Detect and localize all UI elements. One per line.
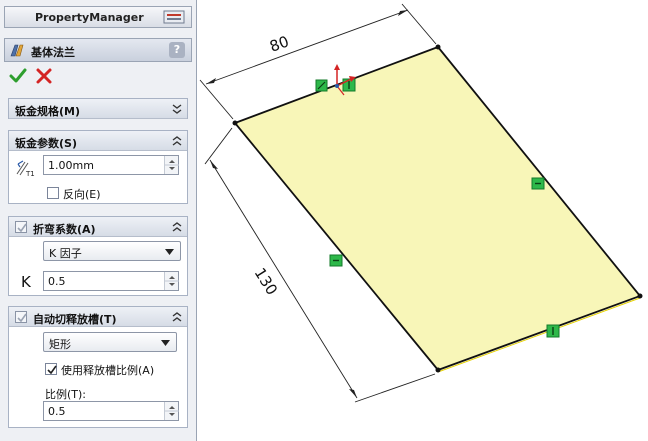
extension-line [199, 79, 234, 120]
feature-title-bar: 基体法兰 ? [4, 38, 192, 62]
k-factor-spinner[interactable] [164, 272, 179, 290]
collapse-chevron-icon[interactable] [172, 135, 182, 147]
sketch-vertex[interactable] [435, 44, 441, 50]
extension-line [354, 373, 436, 403]
vertical-relation-icon[interactable] [546, 324, 560, 338]
feature-name: 基体法兰 [31, 46, 75, 59]
relief-ratio-label: 比例(T): [45, 388, 87, 401]
coincident-relation-icon[interactable] [315, 79, 328, 92]
use-relief-ratio-label: 使用释放槽比例(A) [61, 364, 155, 377]
bend-allowance-header[interactable]: 折弯系数(A) [9, 217, 187, 237]
extension-line [204, 127, 233, 165]
spinner-arrows-icon [165, 406, 179, 416]
help-button[interactable]: ? [169, 42, 185, 58]
relief-type-select[interactable]: 矩形 [43, 332, 177, 352]
thickness-input[interactable]: 1.00mm [43, 155, 179, 175]
horizontal-relation-icon[interactable] [531, 177, 545, 190]
auto-relief-group: 自动切释放槽(T) 矩形 使用释放槽比例(A) 比例(T): 0.5 [8, 306, 188, 428]
relief-type-value: 矩形 [49, 338, 71, 351]
k-factor-label: K [21, 273, 31, 291]
auto-relief-checkbox[interactable] [15, 311, 27, 323]
sheet-params-group: 钣金参数(S) T1 1.00mm 反向(E) [8, 130, 188, 204]
thickness-spinner[interactable] [164, 156, 179, 174]
sketch-vertex[interactable] [435, 367, 441, 373]
reverse-label: 反向(E) [63, 188, 101, 201]
property-manager-header: PropertyManager [4, 6, 192, 28]
bend-allowance-group: 折弯系数(A) K 因子 K 0.5 [8, 216, 188, 296]
collapse-chevron-icon[interactable] [172, 221, 182, 233]
bend-allowance-type-select[interactable]: K 因子 [43, 241, 181, 261]
property-manager-title: PropertyManager [35, 11, 144, 24]
property-manager-panel: PropertyManager 基体法兰 ? 钣金规格(M) 钣金参数(S) T… [0, 0, 197, 441]
spinner-arrows-icon [165, 160, 179, 170]
checkmark-icon [17, 223, 27, 233]
sketch-vertex[interactable] [232, 120, 238, 126]
bend-allowance-checkbox[interactable] [15, 221, 27, 233]
sheet-params-title: 钣金参数(S) [15, 137, 77, 150]
collapse-chevron-icon[interactable] [172, 311, 182, 323]
cancel-close-icon[interactable] [35, 67, 53, 85]
sheet-params-header[interactable]: 钣金参数(S) [9, 131, 187, 151]
thickness-icon: T1 [16, 160, 35, 178]
gauge-table-header[interactable]: 钣金规格(M) [9, 99, 187, 119]
relief-ratio-input[interactable]: 0.5 [43, 401, 179, 421]
relief-ratio-spinner[interactable] [164, 402, 179, 420]
ok-check-icon[interactable] [9, 67, 27, 85]
spinner-arrows-icon [165, 276, 179, 286]
dimension-length-text[interactable]: 130 [251, 265, 281, 299]
gauge-table-title: 钣金规格(M) [15, 105, 81, 118]
expand-chevron-icon[interactable] [172, 103, 182, 115]
dimension-width-text[interactable]: 80 [267, 32, 291, 55]
sketch-vertex[interactable] [637, 293, 643, 299]
reverse-checkbox[interactable] [47, 187, 59, 199]
svg-text:T1: T1 [25, 170, 35, 178]
base-flange-icon [10, 44, 24, 57]
graphics-viewport[interactable]: 80 130 [198, 0, 648, 441]
base-flange-sheet[interactable] [233, 45, 642, 372]
horizontal-relation-icon[interactable] [329, 254, 343, 267]
use-relief-ratio-checkbox[interactable] [45, 363, 57, 375]
auto-relief-header[interactable]: 自动切释放槽(T) [9, 307, 187, 327]
k-factor-value: 0.5 [48, 275, 66, 288]
checkmark-icon [17, 313, 27, 323]
pin-icon[interactable] [163, 10, 185, 24]
k-factor-input[interactable]: 0.5 [43, 271, 179, 291]
bend-allowance-type-value: K 因子 [49, 247, 82, 260]
auto-relief-title: 自动切释放槽(T) [33, 313, 117, 326]
dimension-arrow [398, 10, 408, 16]
dimension-arrow [210, 160, 218, 169]
bend-allowance-title: 折弯系数(A) [33, 223, 96, 236]
chevron-down-icon [165, 249, 174, 255]
relief-ratio-value: 0.5 [48, 405, 66, 418]
gauge-table-group: 钣金规格(M) [8, 98, 188, 119]
checkmark-icon [47, 365, 57, 375]
thickness-value: 1.00mm [48, 159, 94, 172]
chevron-down-icon [161, 340, 170, 346]
